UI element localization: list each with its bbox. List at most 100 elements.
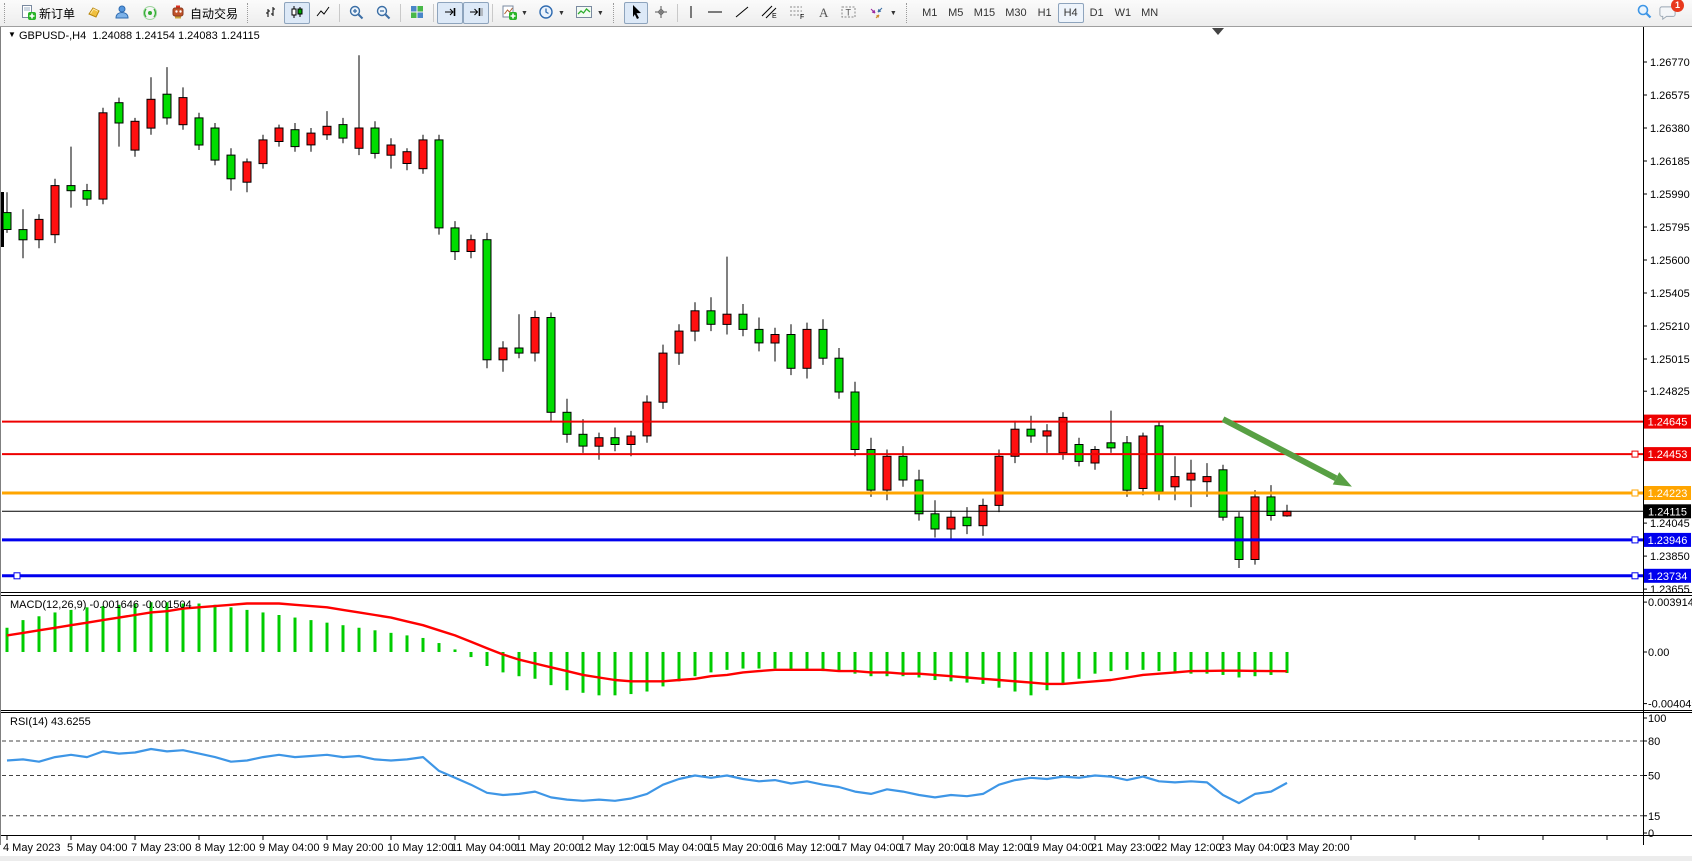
toolbar-separator bbox=[339, 4, 340, 22]
chart-shift-button[interactable] bbox=[463, 2, 489, 24]
chart-area[interactable]: 1.267701.265751.263801.261851.259901.257… bbox=[0, 26, 1692, 861]
macd-histogram-bar bbox=[694, 652, 697, 676]
macd-histogram-bar bbox=[358, 628, 361, 652]
macd-histogram-bar bbox=[38, 616, 41, 652]
candle-body bbox=[963, 517, 971, 526]
candle-body bbox=[995, 456, 1003, 505]
chart-dropdown-icon[interactable]: ▼ bbox=[8, 30, 16, 39]
horizontal-line-button[interactable] bbox=[701, 2, 729, 24]
candle-body bbox=[835, 358, 843, 392]
level-handle[interactable] bbox=[1632, 490, 1638, 496]
community-button[interactable] bbox=[108, 2, 136, 24]
candle-body bbox=[163, 94, 171, 118]
macd-histogram-bar bbox=[406, 635, 409, 652]
candle-body bbox=[131, 121, 139, 150]
level-handle[interactable] bbox=[1632, 537, 1638, 543]
trendline-button[interactable] bbox=[729, 2, 755, 24]
auto-scroll-button[interactable] bbox=[437, 2, 463, 24]
timeframe-button-m1[interactable]: M1 bbox=[917, 3, 943, 23]
macd-histogram-bar bbox=[726, 652, 729, 670]
templates-icon bbox=[575, 4, 593, 23]
macd-histogram-bar bbox=[438, 643, 441, 652]
macd-histogram-bar bbox=[758, 652, 761, 669]
candle-body bbox=[1251, 497, 1259, 560]
candlesticks-button[interactable] bbox=[284, 2, 310, 24]
bar-chart-button[interactable] bbox=[258, 2, 284, 24]
indicators-button[interactable]: ▼ bbox=[496, 2, 533, 24]
price-axis-label: 1.25210 bbox=[1650, 321, 1690, 333]
templates-button[interactable]: ▼ bbox=[570, 2, 609, 24]
timeframe-group: M1M5M15M30H1H4D1W1MN bbox=[917, 3, 1163, 23]
level-handle[interactable] bbox=[14, 573, 20, 579]
candle-body bbox=[803, 329, 811, 368]
macd-histogram-bar bbox=[1062, 652, 1065, 684]
time-axis-label: 16 May 12:00 bbox=[771, 842, 838, 854]
chat-button[interactable]: 1 bbox=[1658, 3, 1678, 24]
zoom-in-button[interactable] bbox=[343, 2, 370, 24]
macd-histogram-bar bbox=[390, 633, 393, 652]
candle-body bbox=[915, 480, 923, 514]
price-axis-label: 1.26575 bbox=[1650, 90, 1690, 102]
new-order-button[interactable]: 新订单 bbox=[15, 2, 80, 24]
periods-button[interactable]: ▼ bbox=[533, 2, 570, 24]
candle-body bbox=[355, 128, 363, 148]
vertical-line-button[interactable] bbox=[681, 2, 701, 24]
crosshair-button[interactable] bbox=[648, 2, 674, 24]
candle-body bbox=[755, 329, 763, 343]
macd-histogram-bar bbox=[1014, 652, 1017, 692]
time-axis-label: 8 May 12:00 bbox=[195, 842, 256, 854]
price-axis-label: 1.25600 bbox=[1650, 255, 1690, 267]
macd-histogram-bar bbox=[294, 618, 297, 652]
shapes-icon bbox=[868, 4, 886, 23]
candle-body bbox=[675, 331, 683, 353]
search-button[interactable] bbox=[1630, 2, 1658, 24]
signals-button[interactable] bbox=[136, 2, 164, 24]
fibonacci-button[interactable]: F bbox=[783, 2, 811, 24]
text-button[interactable]: A bbox=[811, 2, 835, 24]
candle-body bbox=[611, 438, 619, 445]
macd-histogram-bar bbox=[1174, 652, 1177, 672]
candle-body bbox=[1203, 477, 1211, 482]
timeframe-button-m15[interactable]: M15 bbox=[969, 3, 1000, 23]
macd-histogram-bar bbox=[1110, 652, 1113, 671]
level-handle[interactable] bbox=[1632, 451, 1638, 457]
zoom-out-button[interactable] bbox=[370, 2, 397, 24]
candle-body bbox=[867, 450, 875, 491]
autotrading-button[interactable]: 自动交易 bbox=[164, 2, 243, 24]
timeframe-button-h1[interactable]: H1 bbox=[1032, 3, 1058, 23]
timeframe-button-m30[interactable]: M30 bbox=[1000, 3, 1031, 23]
level-handle[interactable] bbox=[1632, 573, 1638, 579]
candle-body bbox=[467, 240, 475, 252]
price-axis-label: 1.25015 bbox=[1650, 354, 1690, 366]
candle-body bbox=[1043, 431, 1051, 436]
candle-body bbox=[1155, 426, 1163, 492]
toolbar-grip bbox=[4, 3, 12, 23]
price-axis-label: 1.25795 bbox=[1650, 222, 1690, 234]
toolbar-separator bbox=[677, 4, 678, 22]
macd-histogram-bar bbox=[54, 612, 57, 652]
signals-icon bbox=[141, 4, 159, 23]
timeframe-button-mn[interactable]: MN bbox=[1136, 3, 1163, 23]
line-chart-icon bbox=[315, 4, 331, 23]
chart-title-symbol: GBPUSD-,H4 bbox=[19, 30, 86, 42]
timeframe-button-d1[interactable]: D1 bbox=[1084, 3, 1110, 23]
candle-body bbox=[483, 240, 491, 360]
tile-windows-button[interactable] bbox=[404, 2, 430, 24]
macd-histogram-bar bbox=[646, 652, 649, 692]
cursor-button[interactable] bbox=[624, 2, 648, 24]
text-label-button[interactable]: T bbox=[835, 2, 863, 24]
timeframe-button-w1[interactable]: W1 bbox=[1110, 3, 1137, 23]
toolbar-grip bbox=[906, 3, 914, 23]
toolbar-grip bbox=[247, 3, 255, 23]
price-axis-label: 1.26770 bbox=[1650, 57, 1690, 69]
timeframe-button-m5[interactable]: M5 bbox=[943, 3, 969, 23]
line-chart-button[interactable] bbox=[310, 2, 336, 24]
candle-body bbox=[99, 113, 107, 199]
candle-body bbox=[1283, 511, 1291, 516]
timeframe-button-h4[interactable]: H4 bbox=[1058, 3, 1084, 23]
macd-histogram-bar bbox=[630, 652, 633, 694]
equidistant-channel-button[interactable]: E bbox=[755, 2, 783, 24]
candle-body bbox=[547, 318, 555, 413]
gold-button[interactable] bbox=[80, 2, 108, 24]
shapes-button[interactable]: ▼ bbox=[863, 2, 902, 24]
